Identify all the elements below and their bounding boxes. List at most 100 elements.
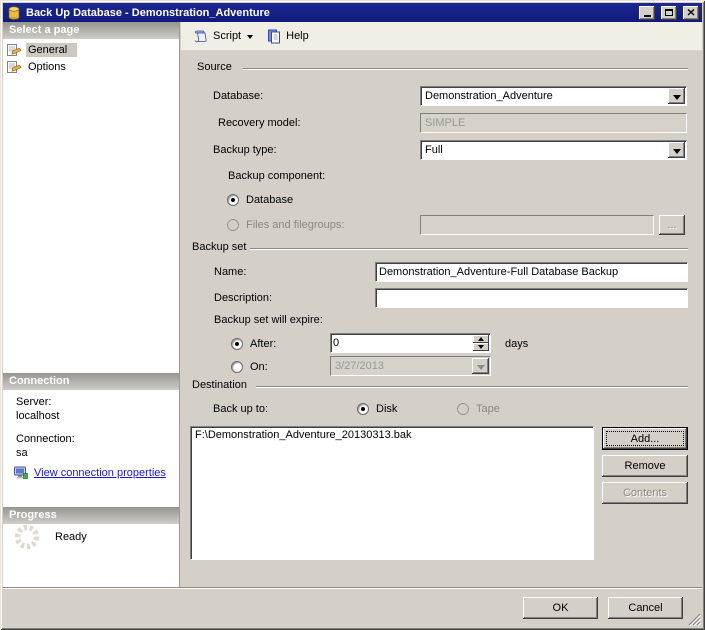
minimize-button[interactable] — [639, 5, 655, 20]
close-icon — [687, 9, 695, 16]
backup-type-combobox[interactable]: Full — [420, 140, 687, 160]
connection-value: sa — [16, 447, 28, 459]
spin-down-button[interactable] — [473, 343, 489, 351]
progress-spinner-icon — [14, 524, 40, 550]
source-group-title: Source — [197, 61, 232, 73]
backup-type-label: Backup type: — [213, 144, 277, 156]
sidebar-item-general[interactable]: General — [6, 41, 78, 58]
backup-set-group-line — [250, 248, 688, 250]
after-days-input[interactable] — [333, 336, 471, 350]
script-button[interactable]: Script — [190, 26, 258, 46]
chevron-down-icon — [672, 149, 681, 158]
select-a-page-header: Select a page — [3, 22, 179, 39]
disk-radio-label[interactable]: Disk — [376, 403, 397, 415]
sidebar: Select a page General Options Connection… — [3, 22, 180, 587]
help-icon — [268, 29, 281, 44]
destination-group-line — [256, 386, 688, 388]
progress-header: Progress — [3, 507, 179, 524]
description-label: Description: — [214, 292, 273, 304]
view-connection-properties-link[interactable]: View connection properties — [13, 465, 166, 481]
on-radio[interactable] — [231, 361, 243, 373]
contents-button: Contents — [602, 482, 688, 504]
backup-type-dropdown-button[interactable] — [668, 142, 685, 158]
window-title: Back Up Database - Demonstration_Adventu… — [26, 6, 270, 19]
chevron-up-icon — [478, 334, 484, 341]
script-dropdown-icon[interactable] — [247, 34, 254, 42]
view-connection-properties-label[interactable]: View connection properties — [34, 467, 166, 479]
files-filegroups-field — [420, 215, 654, 235]
remove-button[interactable]: Remove — [602, 455, 688, 477]
after-radio[interactable] — [231, 338, 243, 350]
backup-set-group-title: Backup set — [192, 241, 247, 253]
tape-radio — [457, 403, 469, 415]
close-button[interactable] — [683, 5, 699, 20]
sidebar-item-label: General — [26, 42, 78, 57]
files-filegroups-radio — [227, 219, 239, 231]
connection-header: Connection — [3, 373, 179, 390]
expire-label: Backup set will expire: — [214, 314, 323, 326]
footer-divider — [3, 587, 702, 589]
back-up-to-label: Back up to: — [213, 403, 269, 415]
on-radio-label[interactable]: On: — [250, 361, 268, 373]
expire-date-combobox: 3/27/2013 — [330, 356, 491, 376]
backup-file-item[interactable]: F:\Demonstration_Adventure_20130313.bak — [191, 427, 593, 443]
expire-date-dropdown-button — [472, 358, 489, 374]
days-label: days — [505, 338, 529, 350]
spin-up-button[interactable] — [473, 335, 489, 343]
minimize-icon — [643, 15, 651, 17]
recovery-model-field: SIMPLE — [420, 113, 687, 133]
disk-radio[interactable] — [357, 403, 369, 415]
chevron-down-icon — [672, 95, 681, 104]
name-input[interactable] — [379, 265, 684, 279]
source-group-line — [243, 68, 688, 70]
connection-properties-icon — [14, 466, 28, 479]
page-icon — [7, 60, 22, 73]
database-combobox-value: Demonstration_Adventure — [425, 90, 553, 102]
backup-component-label: Backup component: — [228, 170, 326, 182]
help-label: Help — [286, 30, 309, 42]
script-label: Script — [213, 30, 242, 42]
toolbar: Script Help — [181, 22, 702, 51]
database-radio[interactable] — [227, 194, 239, 206]
main-panel: Source Database: Demonstration_Adventure… — [181, 51, 702, 587]
page-icon — [7, 43, 22, 56]
connection-label: Connection: — [16, 433, 75, 445]
database-icon — [6, 5, 22, 21]
server-value: localhost — [16, 410, 60, 422]
description-input[interactable] — [379, 291, 684, 305]
chevron-down-icon — [478, 345, 484, 352]
title-bar: Back Up Database - Demonstration_Adventu… — [3, 3, 702, 22]
recovery-model-label: Recovery model: — [218, 117, 301, 129]
maximize-button[interactable] — [661, 5, 677, 20]
recovery-model-value: SIMPLE — [425, 117, 466, 129]
database-combobox[interactable]: Demonstration_Adventure — [420, 86, 687, 106]
name-label: Name: — [214, 266, 247, 278]
sidebar-item-options[interactable]: Options — [6, 58, 76, 75]
help-button[interactable]: Help — [263, 26, 312, 46]
maximize-icon — [665, 9, 673, 16]
chevron-down-icon — [476, 365, 485, 374]
resize-grip[interactable] — [688, 613, 701, 626]
database-dropdown-button[interactable] — [668, 88, 685, 104]
destination-group-title: Destination — [192, 379, 248, 391]
database-label: Database: — [213, 90, 264, 102]
expire-date-value: 3/27/2013 — [335, 360, 384, 372]
database-radio-label[interactable]: Database — [246, 194, 293, 206]
backup-type-combobox-value: Full — [425, 144, 443, 156]
after-radio-label[interactable]: After: — [250, 338, 276, 350]
add-button[interactable]: Add... — [602, 427, 688, 450]
destination-file-list[interactable]: F:\Demonstration_Adventure_20130313.bak — [190, 426, 594, 560]
description-field[interactable] — [375, 288, 688, 308]
files-filegroups-radio-label: Files and filegroups: — [246, 219, 345, 231]
browse-files-button: ... — [659, 215, 685, 235]
tape-radio-label: Tape — [476, 403, 500, 415]
server-label: Server: — [16, 396, 52, 408]
sidebar-item-label: Options — [28, 60, 66, 73]
progress-status: Ready — [55, 531, 87, 543]
ok-button[interactable]: OK — [523, 597, 598, 619]
script-icon — [195, 30, 207, 43]
backup-database-dialog: Back Up Database - Demonstration_Adventu… — [0, 0, 705, 630]
name-field[interactable] — [375, 262, 688, 282]
after-days-spinner[interactable] — [330, 333, 491, 353]
cancel-button[interactable]: Cancel — [608, 597, 683, 619]
